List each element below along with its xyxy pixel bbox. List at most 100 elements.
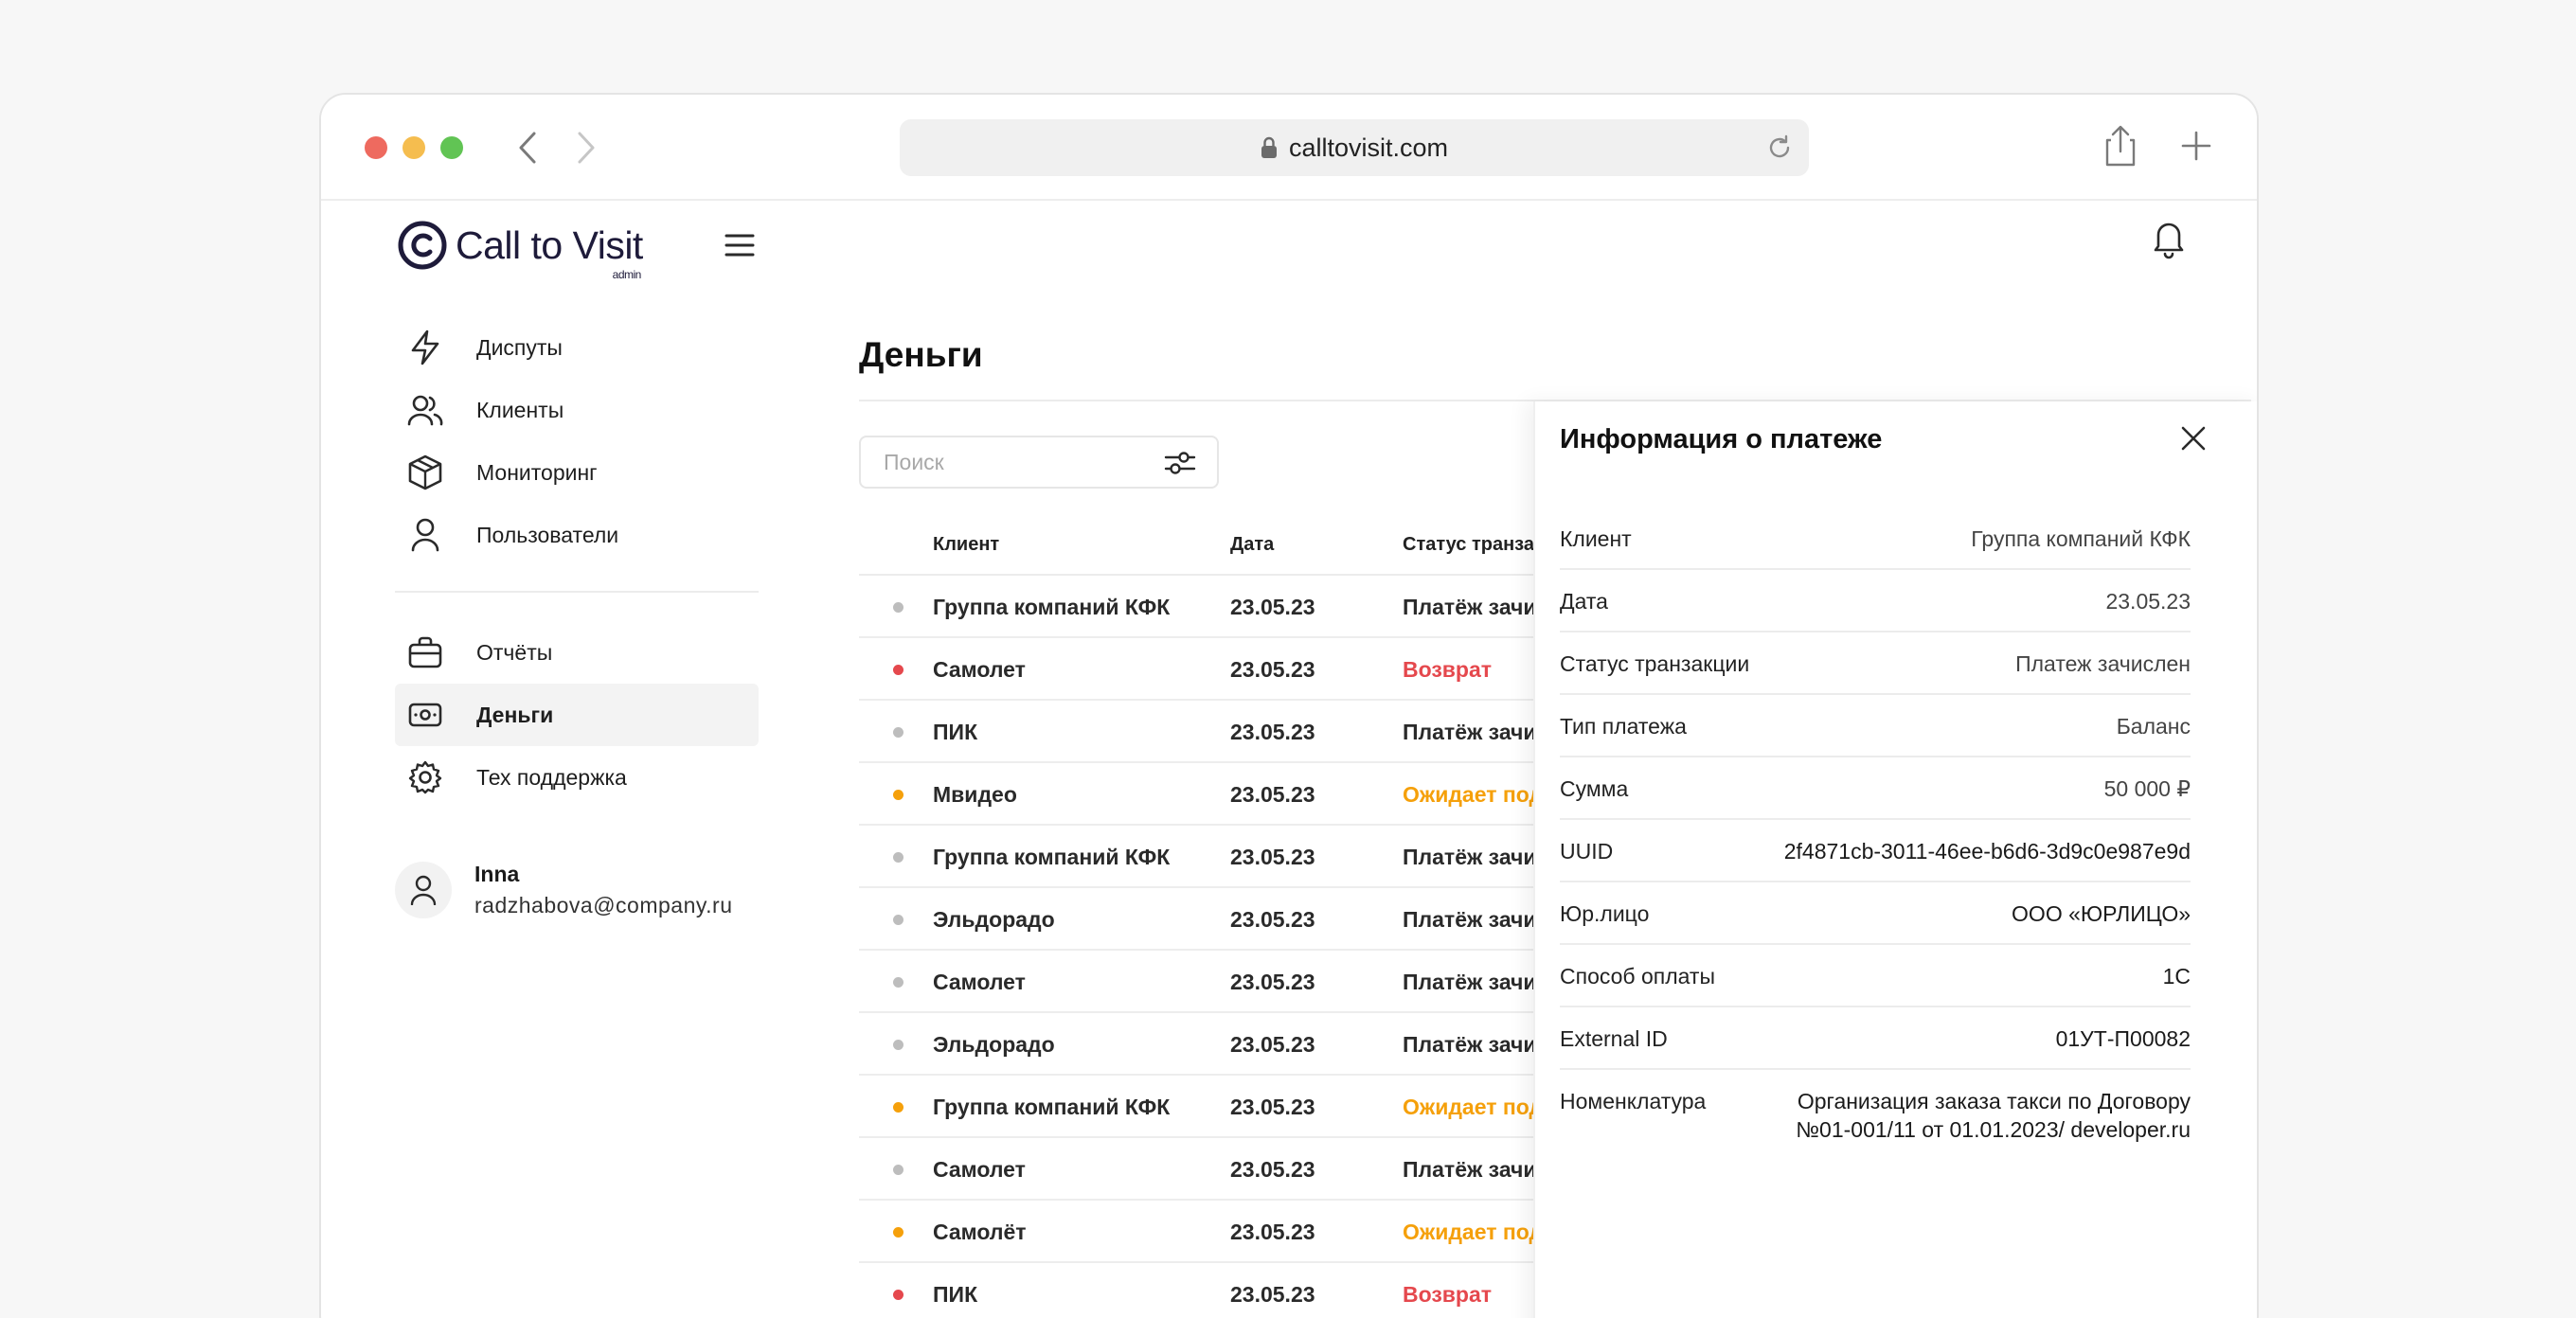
- info-label: Сумма: [1560, 776, 1629, 801]
- cell-date: 23.05.23: [1230, 657, 1315, 682]
- sidebar-item-clients[interactable]: Клиенты: [395, 379, 759, 441]
- info-label: UUID: [1560, 839, 1614, 864]
- sidebar-item-label: Деньги: [476, 702, 554, 727]
- search-input[interactable]: [884, 449, 1139, 475]
- cell-date: 23.05.23: [1230, 907, 1315, 932]
- sidebar-item-disputes[interactable]: Диспуты: [395, 316, 759, 379]
- status-dot: [893, 727, 903, 738]
- minimize-window-button[interactable]: [402, 136, 425, 159]
- cell-client: Самолет: [933, 1157, 1026, 1182]
- panel-title: Информация о платеже: [1560, 424, 1883, 454]
- page-title: Деньги: [859, 335, 983, 374]
- info-row: UUID 2f4871cb-3011-46ee-b6d6-3d9c0e987e9d: [1560, 820, 2191, 882]
- forward-icon[interactable]: [567, 129, 605, 167]
- lightning-icon: [406, 329, 444, 366]
- sidebar-item-reports[interactable]: Отчёты: [395, 621, 759, 684]
- briefcase-icon: [406, 633, 444, 671]
- info-label: Клиент: [1560, 526, 1632, 551]
- sidebar-divider: [395, 591, 759, 593]
- info-value: Группа компаний КФК: [1971, 526, 2191, 551]
- cell-client: Группа компаний КФК: [933, 845, 1171, 869]
- back-icon[interactable]: [509, 129, 546, 167]
- cell-client: Самолет: [933, 970, 1026, 994]
- cell-date: 23.05.23: [1230, 720, 1315, 744]
- column-header-client[interactable]: Клиент: [933, 534, 999, 556]
- column-header-date[interactable]: Дата: [1230, 534, 1274, 556]
- info-value: 01УТ-П00082: [2055, 1026, 2191, 1051]
- info-value: 1С: [2162, 964, 2191, 988]
- logo-icon: [398, 221, 447, 270]
- address-bar[interactable]: calltovisit.com: [900, 119, 1809, 176]
- user-email: radzhabova@company.ru: [474, 893, 733, 917]
- info-row: Способ оплаты 1С: [1560, 945, 2191, 1007]
- info-label: Тип платежа: [1560, 714, 1687, 739]
- info-label: External ID: [1560, 1026, 1668, 1051]
- app-logo[interactable]: Call to Visit admin: [397, 220, 643, 281]
- info-label: Статус транзакции: [1560, 651, 1750, 676]
- box-icon: [406, 454, 444, 491]
- info-value: Организация заказа такси по Договору №01…: [1796, 1089, 2191, 1142]
- money-icon: [406, 696, 444, 734]
- status-dot: [893, 977, 903, 988]
- cell-date: 23.05.23: [1230, 970, 1315, 994]
- browser-window: calltovisit.com Call to Visit admin Дисп…: [319, 93, 2259, 1318]
- current-user[interactable]: Inna radzhabova@company.ru: [395, 862, 733, 918]
- cell-status: Возврат: [1403, 657, 1493, 682]
- maximize-window-button[interactable]: [440, 136, 463, 159]
- info-row: Статус транзакции Платеж зачислен: [1560, 632, 2191, 695]
- cell-date: 23.05.23: [1230, 1157, 1315, 1182]
- bell-icon[interactable]: [2151, 218, 2187, 259]
- users-icon: [406, 391, 444, 429]
- status-dot: [893, 602, 903, 613]
- info-value: Баланс: [2116, 714, 2191, 739]
- sidebar-item-label: Тех поддержка: [476, 764, 627, 790]
- sidebar-item-monitoring[interactable]: Мониторинг: [395, 441, 759, 504]
- sidebar-item-users[interactable]: Пользователи: [395, 504, 759, 566]
- cell-client: Самолет: [933, 657, 1026, 682]
- menu-icon[interactable]: [724, 233, 755, 258]
- status-dot: [893, 1227, 903, 1238]
- cell-date: 23.05.23: [1230, 1220, 1315, 1244]
- reload-icon[interactable]: [1765, 134, 1794, 162]
- share-icon[interactable]: [2102, 125, 2139, 167]
- cell-client: Самолёт: [933, 1220, 1027, 1244]
- status-dot: [893, 1102, 903, 1113]
- info-value: 2f4871cb-3011-46ee-b6d6-3d9c0e987e9d: [1783, 839, 2191, 864]
- status-dot: [893, 665, 903, 675]
- info-value: 23.05.23: [2105, 589, 2191, 614]
- info-row: Дата 23.05.23: [1560, 570, 2191, 632]
- info-row: Юр.лицо ООО «ЮРЛИЦО»: [1560, 882, 2191, 945]
- status-dot: [893, 1290, 903, 1300]
- cell-client: Эльдорадо: [933, 1032, 1055, 1057]
- gear-icon: [406, 758, 444, 796]
- info-value: ООО «ЮРЛИЦО»: [2012, 901, 2191, 926]
- cell-client: ПИК: [933, 1282, 978, 1307]
- close-window-button[interactable]: [365, 136, 387, 159]
- sidebar-item-label: Пользователи: [476, 522, 619, 547]
- user-icon: [410, 875, 437, 905]
- info-value: 50 000 ₽: [2103, 776, 2191, 801]
- status-dot: [893, 1165, 903, 1175]
- search-box: [859, 436, 1219, 489]
- info-label: Номенклатура: [1560, 1089, 1707, 1113]
- cell-status: Возврат: [1403, 1282, 1493, 1307]
- cell-date: 23.05.23: [1230, 1095, 1315, 1119]
- sidebar-item-label: Диспуты: [476, 334, 563, 360]
- info-value: Платеж зачислен: [2015, 651, 2191, 676]
- filter-icon[interactable]: [1164, 449, 1196, 477]
- sidebar-item-label: Клиенты: [476, 397, 564, 422]
- sidebar-item-label: Отчёты: [476, 639, 553, 665]
- sidebar-item-support[interactable]: Тех поддержка: [395, 746, 759, 809]
- user-name: Inna: [474, 862, 520, 886]
- browser-toolbar: calltovisit.com: [321, 95, 2257, 201]
- close-icon[interactable]: [2179, 424, 2208, 453]
- status-dot: [893, 1040, 903, 1050]
- avatar: [395, 862, 452, 918]
- info-label: Юр.лицо: [1560, 901, 1650, 926]
- info-label: Способ оплаты: [1560, 964, 1715, 988]
- new-tab-icon[interactable]: [2179, 129, 2213, 163]
- info-row: Клиент Группа компаний КФК: [1560, 508, 2191, 570]
- sidebar-item-money[interactable]: Деньги: [395, 684, 759, 746]
- cell-client: Группа компаний КФК: [933, 1095, 1171, 1119]
- info-row: Номенклатура Организация заказа такси по …: [1560, 1070, 2191, 1193]
